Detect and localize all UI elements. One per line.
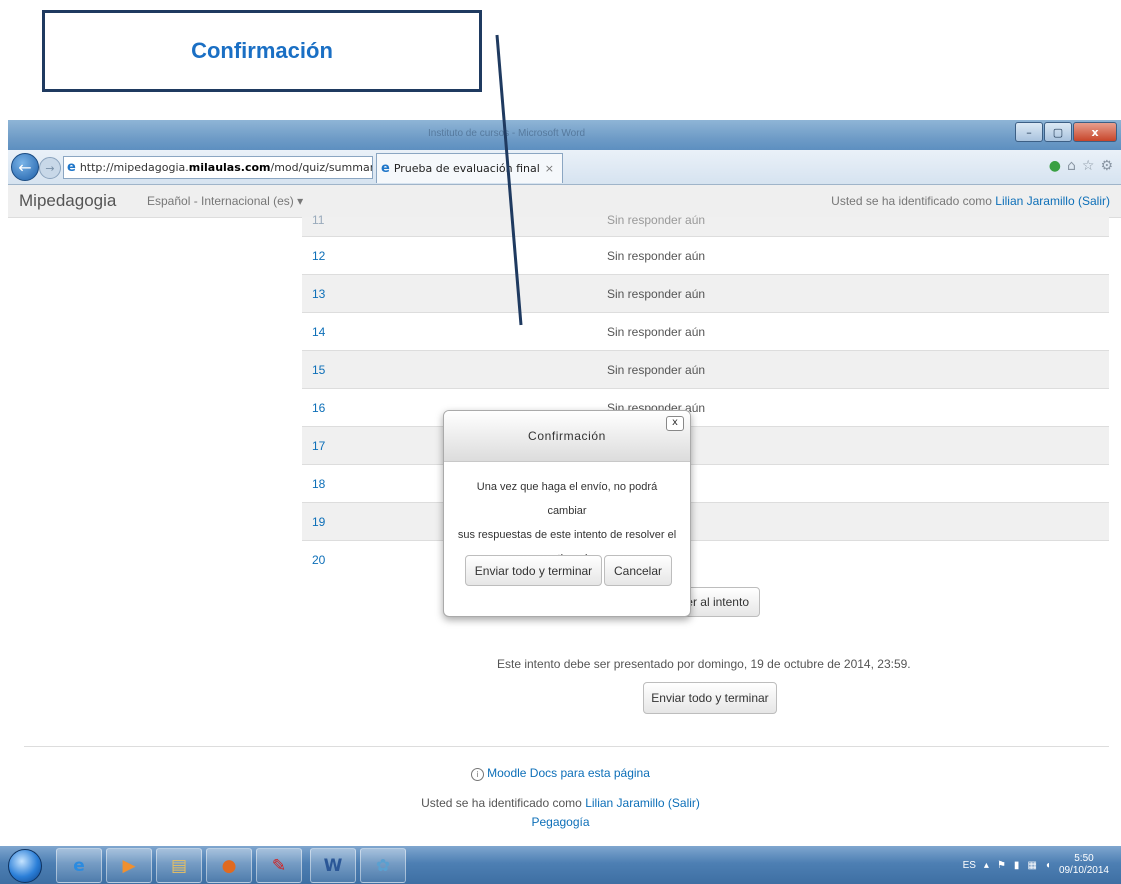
address-bar[interactable]: e http://mipedagogia. milaulas.com/mod/qu… — [63, 156, 373, 179]
close-window-button[interactable]: x — [1073, 122, 1117, 142]
clock[interactable]: 5:50 09/10/2014 — [1059, 853, 1109, 877]
question-status: Sin responder aún — [607, 213, 706, 227]
question-number[interactable]: 18 — [312, 477, 325, 491]
feedback-icon[interactable]: ● — [1049, 158, 1061, 174]
table-row: 19 ún — [302, 502, 1109, 540]
deadline-text: Este intento debe ser presentado por dom… — [497, 657, 911, 671]
network-icon[interactable]: ▦ — [1027, 860, 1036, 871]
dialog-header: Confirmación — [444, 411, 690, 462]
table-row: 16 Sin responder aún — [302, 388, 1109, 426]
question-status: Sin responder aún — [607, 325, 706, 339]
question-status: Sin responder aún — [607, 363, 706, 377]
favorites-star-icon[interactable]: ☆ — [1082, 158, 1095, 174]
ie-tab-icon: e — [381, 161, 390, 176]
submit-all-button[interactable]: Enviar todo y terminar — [643, 682, 777, 714]
dialog-message-line: sus respuestas de este intento de resolv… — [457, 529, 677, 541]
site-name[interactable]: Mipedagogia — [19, 191, 116, 211]
question-status: Sin responder aún — [607, 249, 706, 263]
question-number[interactable]: 13 — [312, 287, 325, 301]
ie-icon[interactable]: e — [56, 848, 102, 883]
window-title: Instituto de cursos - Microsoft Word — [428, 128, 586, 139]
window-titlebar: Instituto de cursos - Microsoft Word – ▢… — [8, 120, 1121, 150]
dialog-message-line: Una vez que haga el envío, no podrá camb… — [476, 481, 658, 517]
cancel-button[interactable]: Cancelar — [604, 555, 672, 586]
back-button[interactable]: ← — [11, 153, 39, 181]
clock-time: 5:50 — [1074, 853, 1094, 864]
login-info: Usted se ha identificado como Lilian Jar… — [831, 194, 1110, 208]
footer-login-text: Usted se ha identificado como — [421, 796, 582, 810]
footer-logout-link[interactable]: (Salir) — [668, 796, 700, 810]
login-text: Usted se ha identificado como — [831, 194, 992, 208]
table-row: 11 Sin responder aún — [302, 213, 1109, 236]
table-row: 13 Sin responder aún — [302, 274, 1109, 312]
clock-date: 09/10/2014 — [1058, 865, 1109, 876]
logout-link[interactable]: (Salir) — [1078, 194, 1110, 208]
user-name-link[interactable]: Lilian Jaramillo — [995, 194, 1074, 208]
system-tray: ES ▴ ⚑ ▮ ▦ ◖ 5:50 09/10/2014 — [963, 853, 1109, 877]
footer-user-name-link[interactable]: Lilian Jaramillo — [585, 796, 664, 810]
question-number[interactable]: 17 — [312, 439, 325, 453]
question-number[interactable]: 20 — [312, 553, 325, 567]
moodle-docs-link[interactable]: Moodle Docs para esta página — [487, 766, 650, 780]
firefox-icon[interactable]: ● — [206, 848, 252, 883]
address-domain: milaulas.com — [188, 161, 271, 174]
docs-link-row: i Moodle Docs para esta página — [0, 766, 1121, 781]
forward-button[interactable]: → — [39, 157, 61, 179]
back-arrow-icon: ← — [18, 157, 32, 177]
address-suffix: /mod/quiz/summar — [270, 161, 373, 174]
question-number[interactable]: 11 — [312, 213, 324, 227]
table-row: 14 Sin responder aún — [302, 312, 1109, 350]
moodle-header: Mipedagogia Español - Internacional (es)… — [8, 185, 1121, 218]
question-number[interactable]: 15 — [312, 363, 325, 377]
tab-close-icon[interactable]: × — [545, 162, 562, 175]
forward-arrow-icon: → — [45, 161, 55, 175]
tab-title: Prueba de evaluación final — [393, 162, 540, 175]
maximize-button[interactable]: ▢ — [1044, 122, 1072, 142]
acrobat-icon[interactable]: ✎ — [256, 848, 302, 883]
language-indicator[interactable]: ES — [963, 860, 976, 871]
address-prefix: http://mipedagogia. — [79, 161, 189, 174]
language-menu[interactable]: Español - Internacional (es) ▾ — [147, 194, 303, 208]
volume-icon[interactable]: ◖ — [1045, 860, 1051, 871]
minimize-button[interactable]: – — [1015, 122, 1043, 142]
callout-title: Confirmación — [191, 38, 333, 63]
table-row: 17 ún — [302, 426, 1109, 464]
callout-box: Confirmación — [42, 10, 482, 92]
start-button[interactable] — [8, 849, 42, 883]
home-icon[interactable]: ⌂ — [1067, 158, 1076, 174]
dialog-title: Confirmación — [528, 429, 606, 443]
browser-tab[interactable]: e Prueba de evaluación final × — [376, 153, 563, 183]
quiz-summary-table: 11 Sin responder aún 12 Sin responder aú… — [302, 213, 1109, 578]
table-row: 15 Sin responder aún — [302, 350, 1109, 388]
table-row: 20 ún — [302, 540, 1109, 578]
confirmation-dialog: Confirmación x Una vez que haga el envío… — [443, 410, 691, 617]
table-row: 12 Sin responder aún — [302, 236, 1109, 274]
power-icon[interactable]: ▮ — [1014, 860, 1020, 871]
info-icon: i — [471, 768, 485, 781]
windows-taskbar: e ▶ ▤ ● ✎ W ✿ ES ▴ ⚑ ▮ ▦ ◖ 5:50 09/10/20… — [0, 846, 1121, 884]
dialog-close-button[interactable]: x — [666, 416, 684, 431]
footer-site-link[interactable]: Pegagogía — [0, 815, 1121, 829]
confirm-submit-button[interactable]: Enviar todo y terminar — [465, 555, 602, 586]
question-status: Sin responder aún — [607, 287, 706, 301]
question-number[interactable]: 12 — [312, 249, 325, 263]
gear-icon[interactable]: ⚙ — [1100, 158, 1113, 174]
table-row: 18 ún — [302, 464, 1109, 502]
ie-page-icon: e — [67, 160, 76, 175]
question-number[interactable]: 14 — [312, 325, 325, 339]
question-number[interactable]: 16 — [312, 401, 325, 415]
file-explorer-icon[interactable]: ▤ — [156, 848, 202, 883]
footer-divider — [24, 746, 1109, 747]
action-center-icon[interactable]: ⚑ — [997, 860, 1006, 871]
paint-icon[interactable]: ✿ — [360, 848, 406, 883]
question-number[interactable]: 19 — [312, 515, 325, 529]
show-hidden-icons[interactable]: ▴ — [984, 860, 989, 871]
word-icon[interactable]: W — [310, 848, 356, 883]
browser-navbar: ← → e http://mipedagogia. milaulas.com/mo… — [8, 150, 1121, 185]
media-player-icon[interactable]: ▶ — [106, 848, 152, 883]
footer-login-info: Usted se ha identificado como Lilian Jar… — [0, 796, 1121, 810]
